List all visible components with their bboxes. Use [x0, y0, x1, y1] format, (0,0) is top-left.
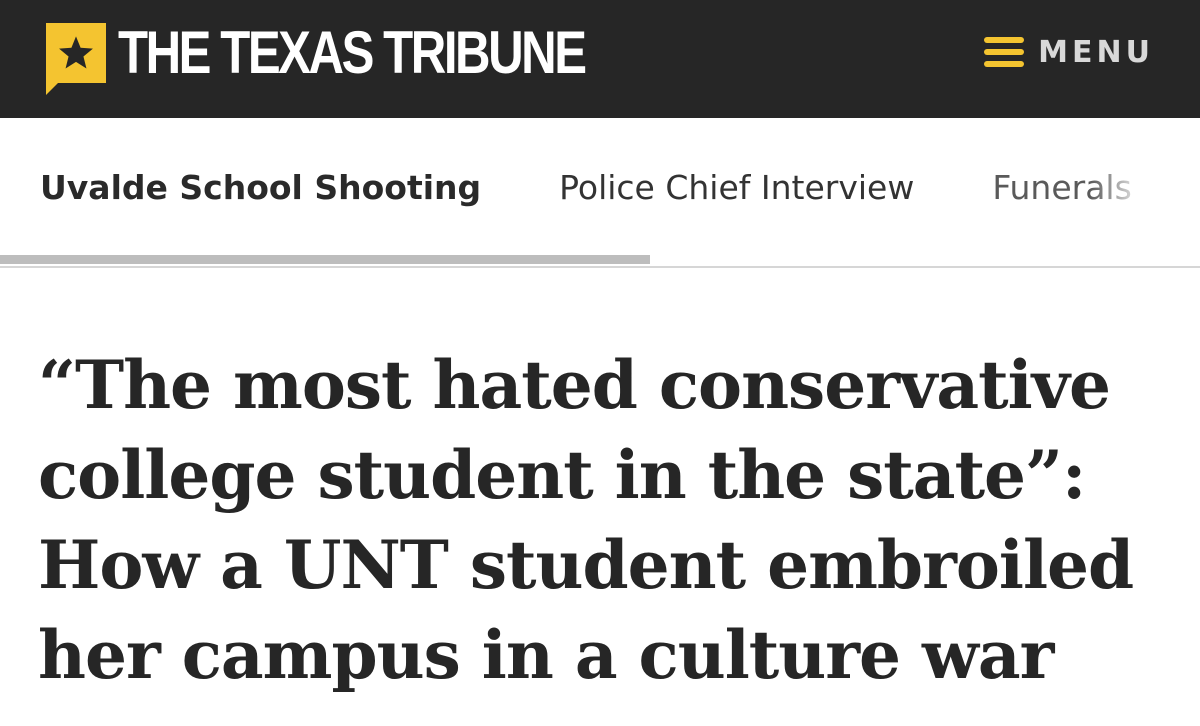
headline-line: her campus in a culture war	[38, 616, 1054, 694]
topic-nav-item-uvalde-school-shooting[interactable]: Uvalde School Shooting	[40, 168, 481, 207]
hamburger-line	[984, 37, 1025, 43]
brand-name: THE TEXAS TRIBUNE	[118, 19, 587, 86]
menu-button[interactable]: MENU	[984, 34, 1154, 70]
star-icon	[46, 23, 106, 95]
topic-nav-scrollbar-thumb[interactable]	[0, 255, 650, 264]
headline-line: How a UNT student embroiled	[38, 526, 1134, 604]
topic-nav-item-police-chief-interview[interactable]: Police Chief Interview	[559, 168, 914, 207]
topic-nav-divider	[0, 266, 1200, 268]
topic-nav: Uvalde School Shooting Police Chief Inte…	[0, 118, 1200, 268]
site-logo[interactable]: THE TEXAS TRIBUNE	[46, 18, 687, 95]
hamburger-icon	[984, 37, 1025, 67]
article-headline: “The most hated conservative college stu…	[38, 340, 1188, 700]
menu-label: MENU	[1038, 34, 1154, 70]
headline-line: “The most hated conservative	[38, 346, 1111, 424]
hamburger-line	[984, 61, 1025, 67]
site-header: THE TEXAS TRIBUNE MENU	[0, 0, 1200, 118]
topic-nav-list: Uvalde School Shooting Police Chief Inte…	[40, 168, 1132, 207]
hamburger-line	[984, 49, 1025, 55]
topic-nav-item-funerals[interactable]: Funerals	[992, 168, 1131, 207]
headline-line: college student in the state”:	[38, 436, 1086, 514]
